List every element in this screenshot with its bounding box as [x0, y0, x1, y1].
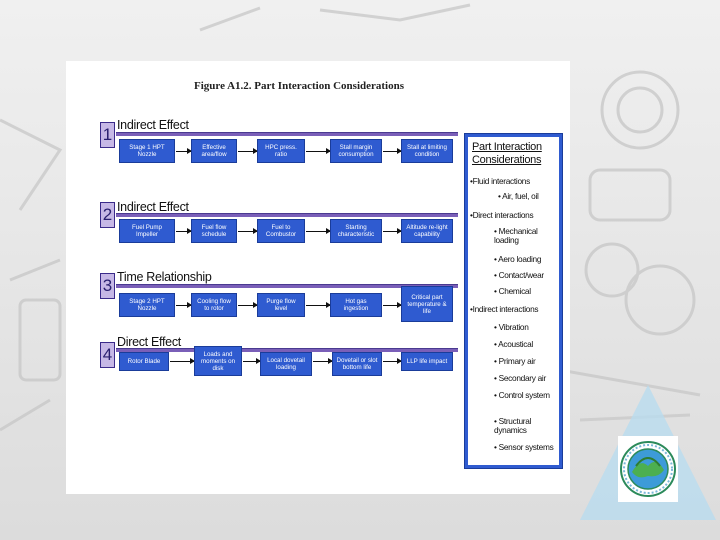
- row-3-title: Time Relationship: [117, 270, 212, 284]
- row-2-box-4: Starting characteristic: [330, 219, 382, 243]
- row-3-box-2: Cooling flow to rotor: [191, 293, 237, 317]
- considerations-item: • Aero loading: [494, 254, 542, 264]
- row-1-box-3: HPC press. ratio: [257, 139, 305, 163]
- considerations-item: • Air, fuel, oil: [498, 191, 539, 201]
- considerations-item: • Acoustical: [494, 339, 533, 349]
- considerations-item: • Structural dynamics: [494, 416, 532, 435]
- row-1-box-5: Stall at limiting condition: [401, 139, 453, 163]
- arrow-right-icon: [383, 358, 402, 364]
- considerations-item: • Chemical: [494, 286, 531, 296]
- row-2-box-1: Fuel Pump Impeller: [119, 219, 175, 243]
- figure-card: Figure A1.2. Part Interaction Considerat…: [66, 61, 570, 494]
- considerations-item: •Direct interactions: [470, 210, 534, 220]
- arrow-right-icon: [313, 358, 333, 364]
- row-1-number: 1: [100, 122, 115, 148]
- row-2-box-2: Fuel flow schedule: [191, 219, 237, 243]
- figure-title: Figure A1.2. Part Interaction Considerat…: [194, 80, 405, 92]
- considerations-item: • Sensor systems: [494, 442, 554, 452]
- row-1-box-1: Stage 1 HPT Nozzle: [119, 139, 175, 163]
- row-2-divider: [116, 213, 458, 217]
- arrow-right-icon: [170, 358, 195, 364]
- considerations-title: Part Interaction Considerations: [472, 141, 542, 166]
- arrow-right-icon: [176, 228, 192, 234]
- arrow-right-icon: [306, 302, 331, 308]
- row-3-box-5: Critical part temperature & life: [401, 286, 453, 322]
- arrow-right-icon: [383, 228, 402, 234]
- row-1-title: Indirect Effect: [117, 118, 189, 132]
- considerations-item: • Vibration: [494, 322, 529, 332]
- row-3-box-1: Stage 2 HPT Nozzle: [119, 293, 175, 317]
- row-4-number: 4: [100, 342, 115, 368]
- row-4-box-2: Loads and moments on disk: [194, 346, 242, 376]
- row-4-box-5: LLP life impact: [401, 352, 453, 371]
- considerations-item: • Secondary air: [494, 373, 546, 383]
- row-4-box-4: Dovetail or slot bottom life: [332, 352, 382, 376]
- row-4-box-3: Local dovetail loading: [260, 352, 312, 376]
- arrow-right-icon: [383, 148, 402, 154]
- row-3-box-4: Hot gas ingestion: [330, 293, 382, 317]
- row-1-box-4: Stall margin consumption: [330, 139, 382, 163]
- arrow-right-icon: [176, 148, 192, 154]
- arrow-right-icon: [306, 228, 331, 234]
- considerations-item: • Primary air: [494, 356, 536, 366]
- arrow-right-icon: [238, 148, 258, 154]
- row-2-number: 2: [100, 202, 115, 228]
- arrow-right-icon: [176, 302, 192, 308]
- row-4-box-1: Rotor Blade: [119, 352, 169, 371]
- row-3-box-3: Purge flow level: [257, 293, 305, 317]
- row-2-box-3: Fuel to Combustor: [257, 219, 305, 243]
- arrow-right-icon: [383, 302, 402, 308]
- row-2-title: Indirect Effect: [117, 200, 189, 214]
- row-3-number: 3: [100, 273, 115, 299]
- arrow-right-icon: [238, 302, 258, 308]
- arrow-right-icon: [243, 358, 261, 364]
- considerations-item: •Indirect interactions: [470, 304, 539, 314]
- considerations-item: • Control system: [494, 390, 550, 400]
- organization-seal-icon: [618, 436, 678, 502]
- considerations-item: • Mechanical loading: [494, 226, 538, 245]
- considerations-panel: Part Interaction Considerations •Fluid i…: [464, 133, 563, 469]
- row-4-title: Direct Effect: [117, 335, 181, 349]
- row-1-box-2: Effective area/flow: [191, 139, 237, 163]
- arrow-right-icon: [306, 148, 331, 154]
- considerations-item: •Fluid interactions: [470, 176, 530, 186]
- row-2-box-5: Altitude re-light capability: [401, 219, 453, 243]
- row-1-divider: [116, 132, 458, 136]
- considerations-item: • Contact/wear: [494, 270, 544, 280]
- arrow-right-icon: [238, 228, 258, 234]
